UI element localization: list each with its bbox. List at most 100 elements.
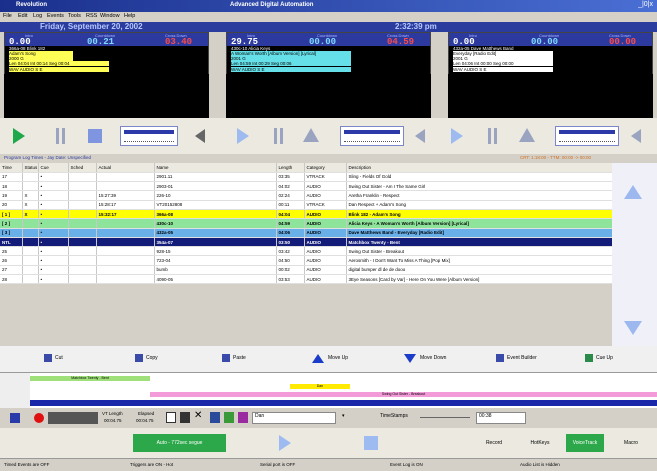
table-row[interactable]: [ 3 ] • 432a-05 04:06 AUDIO Dave Matthews Ban… [0,228,613,238]
new-icon[interactable] [166,412,176,423]
col-category[interactable]: Category [304,163,347,173]
col-cue[interactable]: Cue [38,163,69,173]
pause-button[interactable] [482,125,504,147]
position-slider[interactable] [120,126,178,146]
timeline-segment-bar[interactable] [30,400,657,406]
info-line: Len 04:06 Int 00:00 Seg 00:00 [453,61,553,66]
timeline[interactable]: Matchbox Twenty - Bent Dan Swing Out Sis… [0,372,657,409]
move-down-button[interactable]: Move Down [404,350,446,366]
menu-window[interactable]: Window [100,13,120,19]
delete-icon[interactable]: ✕ [194,410,202,421]
pause-icon [488,128,498,144]
table-row[interactable]: 19 X • 15:27:39 226-10 02:24 AUDIO Aretha Frank… [0,190,613,201]
stop-button[interactable] [84,125,106,147]
scissors-icon [44,354,52,362]
user-select[interactable]: Dan [252,412,336,424]
effect-icon[interactable] [238,412,248,423]
cell-actual [96,246,155,257]
player-2[interactable]: Intro Countdown Cross Down 29.75 00.00 0… [226,32,431,75]
auto-button[interactable]: Auto - 772sec segue [133,434,226,452]
menu-log[interactable]: Log [33,13,42,19]
window-controls[interactable]: _|0|x [638,1,653,8]
table-header: Time Status Cue Sched Actual Name Length… [0,163,613,173]
paste-button[interactable]: Paste [222,350,246,366]
play-button[interactable] [232,125,254,147]
play-small-icon[interactable] [10,413,20,423]
event-builder-button[interactable]: Event Builder [496,350,537,366]
edit-icon[interactable] [224,412,234,423]
timestamp-slider[interactable] [420,417,470,418]
program-log-table[interactable]: Time Status Cue Sched Actual Name Length… [0,163,613,285]
copy-icon [135,354,143,362]
pause-button[interactable] [50,125,72,147]
table-row[interactable]: 18 • 2903-01 04:02 AUDIO Swing Out Sister - A… [0,181,613,192]
player-controls [0,118,657,154]
table-row[interactable]: 20 X • 15:28:17 VT20152808 00:11 VTRACK Dan Res… [0,200,613,211]
cell-actual [96,265,155,276]
table-row[interactable]: 26 • 723-04 04:50 AUDIO Aerosmith - I Don't W… [0,255,613,266]
eject-button[interactable] [300,125,322,147]
cell-status [22,172,39,183]
menu-file[interactable]: File [3,13,12,19]
hotkeys-button[interactable]: HotKeys [524,434,556,452]
macro-button[interactable]: Macro [616,434,646,452]
stop-icon [88,129,102,143]
table-row[interactable]: [ 2 ] • 430c-10 04:59 AUDIO Alicia Keys - A W… [0,218,613,229]
time-field[interactable]: 00:38 [476,412,526,424]
rewind-button[interactable] [192,125,214,147]
voicetrack-button[interactable]: VoiceTrack [566,434,604,452]
rewind-icon [631,129,641,143]
play-button[interactable] [8,125,30,147]
stop-bottom-icon[interactable] [364,436,378,450]
dropdown-icon[interactable]: ▾ [342,413,345,419]
play-bottom-button[interactable] [265,434,305,452]
timeline-segment[interactable]: Swing Out Sister - Breakout [150,392,657,397]
menu-tools[interactable]: Tools [68,13,81,19]
timeline-segment[interactable]: Matchbox Twenty - Bent [30,376,150,381]
cue-up-button[interactable]: Cue Up [585,350,613,366]
position-slider[interactable] [555,126,619,146]
cell-desc: Aerosmith - I Don't Want To Miss A Thing… [346,255,613,266]
table-row[interactable]: 17 • 2901.11 03:35 VTRACK Sling - Fields Of G… [0,172,613,183]
tools-icon[interactable] [210,412,220,423]
table-row[interactable]: 28 • 4090-05 03:53 AUDIO 3Eye Seasons [Card b… [0,274,613,285]
table-row[interactable]: 25 • 928-15 03:42 AUDIO Swing Out Sister - Br… [0,246,613,257]
col-name[interactable]: Name [154,163,277,173]
scroll-up-icon[interactable] [624,185,642,199]
copy-button[interactable]: Copy [135,350,158,366]
table-row[interactable]: NTL • 354a-07 03:50 AUDIO Matchbox Twenty - B… [0,237,613,248]
pause-button[interactable] [268,125,290,147]
menu-rss[interactable]: RSS [86,13,97,19]
menu-help[interactable]: Help [124,13,135,19]
menu-events[interactable]: Events [47,13,64,19]
scroll-down-icon[interactable] [624,321,642,335]
col-sched[interactable]: Sched [68,163,97,173]
col-length[interactable]: Length [276,163,305,173]
table-row[interactable]: [ 1 ] X • 15:32:17 366a-08 04:04 AUDIO Blink 18… [0,209,613,220]
col-time[interactable]: Time [0,163,23,173]
rewind-button[interactable] [412,125,434,147]
rewind-button[interactable] [628,125,650,147]
cut-button[interactable]: Cut [44,350,63,366]
player-3[interactable]: Intro Countdown Cross Down 0.00 00.00 00… [448,32,653,75]
record-button[interactable]: Record [478,434,510,452]
status-serial: Serial port is OFF [260,462,296,467]
record-icon[interactable] [34,413,44,423]
timeline-segment[interactable]: Dan [290,384,350,389]
cell-length: 03:53 [276,274,305,285]
player-1[interactable]: Intro Countdown Cross Down 0.00 00.21 03… [4,32,209,75]
save-icon[interactable] [180,412,190,423]
col-actual[interactable]: Actual [96,163,155,173]
position-slider[interactable] [340,126,404,146]
col-description[interactable]: Description [346,163,613,173]
move-up-button[interactable]: Move Up [312,350,348,366]
play-button[interactable] [446,125,468,147]
col-status[interactable]: Status [22,163,39,173]
eject-button[interactable] [516,125,538,147]
menu-edit[interactable]: Edit [18,13,27,19]
move-up-label: Move Up [328,355,349,361]
table-row[interactable]: 27 • bumb 00:02 AUDIO digital bumper dl de de… [0,265,613,276]
cell-length: 03:35 [276,172,305,183]
cell-sched [68,181,97,192]
cell-name: 723-04 [154,255,277,266]
